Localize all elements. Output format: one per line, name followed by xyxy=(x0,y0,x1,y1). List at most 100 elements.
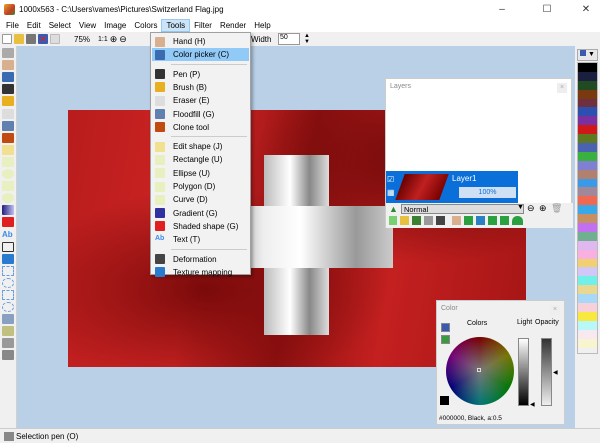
palette-menu-button[interactable]: ▼ xyxy=(577,49,598,61)
perspective-icon[interactable] xyxy=(512,216,523,225)
menu-item-curve[interactable]: Curve (D) xyxy=(152,193,249,206)
width-spin-arrows[interactable]: ▲ ▼ xyxy=(304,33,310,45)
menu-item-floodfill[interactable]: Floodfill (G) xyxy=(152,108,249,121)
minimize-button[interactable]: – xyxy=(488,0,516,19)
select-eraser-tool-icon[interactable] xyxy=(2,350,14,361)
menu-colors[interactable]: Colors xyxy=(130,19,161,32)
menu-item-pen[interactable]: Pen (P) xyxy=(152,68,249,81)
light-slider-handle[interactable]: ◀ xyxy=(530,401,535,408)
palette-swatch[interactable] xyxy=(578,294,597,304)
menu-item-shaded-shape[interactable]: Shaded shape (G) xyxy=(152,220,249,233)
palette-swatch[interactable] xyxy=(578,267,597,277)
palette-swatch[interactable] xyxy=(578,240,597,250)
palette-swatch[interactable] xyxy=(578,98,597,108)
palette-swatch[interactable] xyxy=(578,329,597,339)
eraser-tool-icon[interactable] xyxy=(2,108,14,119)
menu-file[interactable]: File xyxy=(2,19,23,32)
palette-swatch[interactable] xyxy=(578,205,597,215)
palette-remove-icon[interactable] xyxy=(441,335,450,344)
menu-item-rectangle[interactable]: Rectangle (U) xyxy=(152,153,249,166)
palette-swatch[interactable] xyxy=(578,231,597,241)
palette-swatch[interactable] xyxy=(578,125,597,135)
palette-swatch[interactable] xyxy=(578,169,597,179)
menu-render[interactable]: Render xyxy=(216,19,250,32)
layers-close-button[interactable]: × xyxy=(557,83,567,93)
palette-swatch[interactable] xyxy=(578,249,597,259)
color-wheel-cursor[interactable] xyxy=(477,368,481,372)
palette-swatch[interactable] xyxy=(578,160,597,170)
palette-swatch[interactable] xyxy=(578,258,597,268)
menu-edit[interactable]: Edit xyxy=(23,19,45,32)
menu-filter[interactable]: Filter xyxy=(190,19,216,32)
maximize-button[interactable]: ☐ xyxy=(533,0,561,19)
menu-item-hand[interactable]: Hand (H) xyxy=(152,35,249,48)
select-rect-tool-icon[interactable] xyxy=(2,265,14,276)
duplicate-layer-icon[interactable] xyxy=(412,216,421,225)
rotate-layer-icon[interactable] xyxy=(464,216,473,225)
deformation-tool-icon[interactable] xyxy=(2,241,14,252)
zoom-in-icon[interactable]: ⊕ xyxy=(110,34,118,45)
palette-swatch[interactable] xyxy=(578,134,597,144)
floodfill-tool-icon[interactable] xyxy=(2,120,14,131)
blend-mode-select[interactable]: Normal xyxy=(401,204,524,214)
polygon-tool-icon[interactable] xyxy=(2,181,14,192)
rectangle-tool-icon[interactable] xyxy=(2,156,14,167)
magic-wand-tool-icon[interactable] xyxy=(2,314,14,325)
gradient-tool-icon[interactable] xyxy=(2,205,14,216)
palette-swatch[interactable] xyxy=(578,223,597,232)
palette-swatch[interactable] xyxy=(578,80,597,90)
select-polygon-tool-icon[interactable] xyxy=(2,289,14,300)
selection-tool-icon[interactable] xyxy=(2,48,14,59)
palette-swatch[interactable] xyxy=(578,303,597,312)
menu-item-eraser[interactable]: Eraser (E) xyxy=(152,94,249,107)
copy-icon[interactable] xyxy=(50,34,60,44)
open-folder-icon[interactable] xyxy=(14,34,24,44)
curve-tool-icon[interactable] xyxy=(2,193,14,204)
layer-name[interactable]: Layer1 xyxy=(452,174,476,183)
menu-image[interactable]: Image xyxy=(100,19,130,32)
zoom-layer-icon[interactable] xyxy=(476,216,485,225)
palette-swatch[interactable] xyxy=(578,151,597,161)
open-layer-icon[interactable] xyxy=(400,216,409,225)
select-brush-tool-icon[interactable] xyxy=(2,338,14,349)
menu-item-brush[interactable]: Brush (B) xyxy=(152,81,249,94)
layer-properties-icon[interactable] xyxy=(436,216,445,225)
flip-horizontal-icon[interactable] xyxy=(488,216,497,225)
zoom-in-layer-icon[interactable]: ⊕ xyxy=(539,203,547,214)
edit-shape-tool-icon[interactable] xyxy=(2,144,14,155)
palette-swatch[interactable] xyxy=(578,89,597,99)
hand-tool-icon[interactable] xyxy=(2,60,14,71)
select-ellipse-tool-icon[interactable] xyxy=(2,277,14,288)
delete-layer-icon[interactable]: 🗑 xyxy=(551,203,562,214)
move-layer-icon[interactable] xyxy=(452,216,461,225)
layer-row[interactable]: ☑ ▦ Layer1 100% xyxy=(386,171,518,203)
current-color-swatch[interactable] xyxy=(440,396,449,405)
close-image-icon[interactable]: ✕ xyxy=(38,34,48,44)
width-spinbox[interactable]: 50 xyxy=(278,33,300,45)
palette-swatch[interactable] xyxy=(578,143,597,152)
palette-swatch[interactable] xyxy=(578,187,597,197)
palette-swatch[interactable] xyxy=(578,71,597,81)
color-close-button[interactable]: × xyxy=(550,305,560,315)
layer-opacity[interactable]: 100% xyxy=(459,187,516,198)
menu-view[interactable]: View xyxy=(75,19,100,32)
close-button[interactable]: ✕ xyxy=(572,0,600,19)
palette-options-icon[interactable] xyxy=(441,323,450,332)
shaded-shape-tool-icon[interactable] xyxy=(2,217,14,228)
zoom-out-icon[interactable]: ⊖ xyxy=(119,34,127,45)
menu-item-deformation[interactable]: Deformation xyxy=(152,253,249,266)
menu-item-color-picker[interactable]: Color picker (C) xyxy=(152,48,249,62)
layer-visible-checkbox[interactable]: ☑ xyxy=(387,175,394,184)
flip-vertical-icon[interactable] xyxy=(500,216,509,225)
menu-item-clone-stamp[interactable]: Clone tool xyxy=(152,121,249,134)
color-picker-tool-icon[interactable] xyxy=(2,72,14,83)
brush-tool-icon[interactable] xyxy=(2,96,14,107)
menu-item-ellipse[interactable]: Ellipse (U) xyxy=(152,167,249,180)
zoom-level[interactable]: 75% xyxy=(74,35,90,44)
palette-swatch[interactable] xyxy=(578,276,597,286)
add-layer-icon[interactable] xyxy=(389,216,397,225)
clone-tool-icon[interactable] xyxy=(2,132,14,143)
pen-tool-icon[interactable] xyxy=(2,84,14,95)
merge-layer-icon[interactable] xyxy=(424,216,433,225)
menu-item-text[interactable]: Ab Text (T) xyxy=(152,233,249,246)
